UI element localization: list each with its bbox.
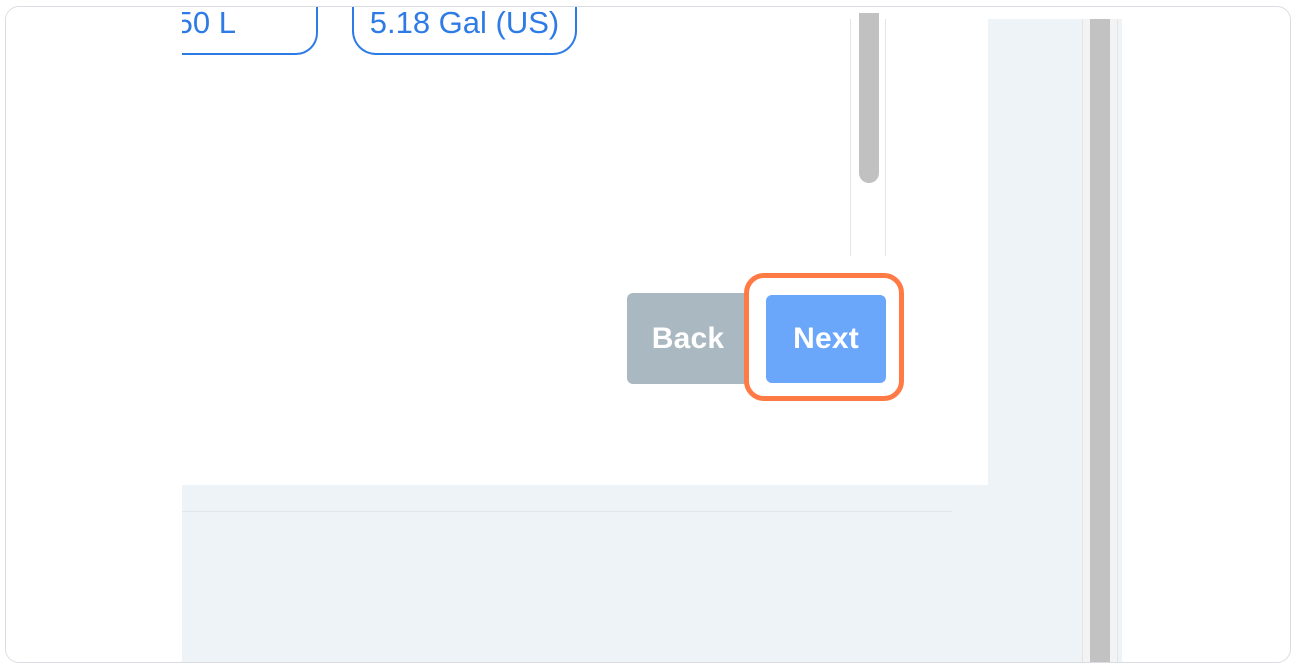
next-button[interactable]: Next xyxy=(766,295,886,383)
panel-scrollbar-thumb[interactable] xyxy=(859,13,879,183)
cropped-area xyxy=(6,7,182,662)
unit-option-gallons-label: 5.18 Gal (US) xyxy=(369,6,560,40)
window-scrollbar-thumb[interactable] xyxy=(1090,19,1110,662)
screenshot-frame: 50 L 5.18 Gal (US) Back Next xyxy=(5,6,1291,663)
section-divider xyxy=(182,511,952,512)
unit-option-gallons[interactable]: 5.18 Gal (US) xyxy=(352,6,577,55)
unit-option-liters-label: 50 L xyxy=(175,6,236,40)
back-button[interactable]: Back xyxy=(627,293,749,384)
